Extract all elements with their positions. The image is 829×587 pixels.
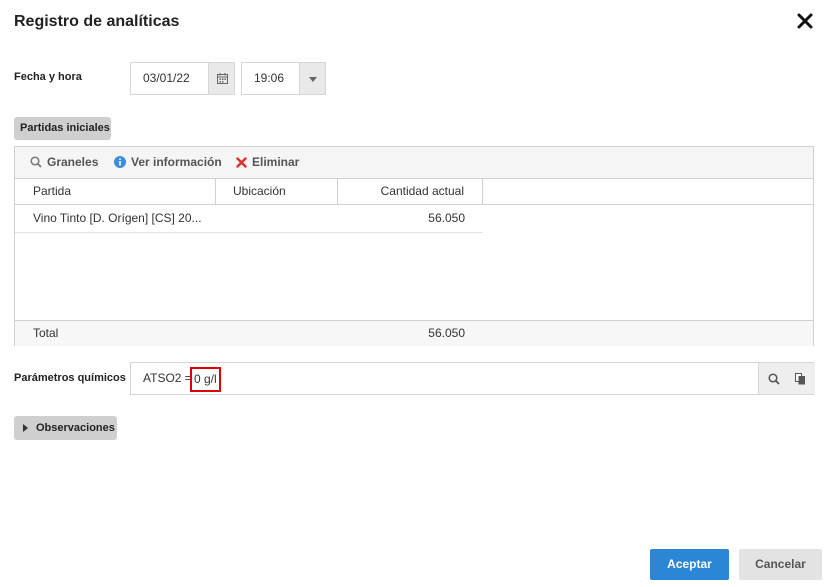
column-header-ubicacion[interactable]: Ubicación [216,179,338,204]
eliminar-button[interactable]: Eliminar [236,155,299,169]
observaciones-label: Observaciones [36,422,115,434]
graneles-label: Graneles [47,155,99,169]
table-row[interactable]: Vino Tinto [D. Orígen] [CS] 20... 56.050 [15,205,483,233]
partidas-grid: Graneles Ver información Eliminar Partid… [14,146,814,346]
close-icon[interactable] [796,12,814,30]
caret-right-icon [23,424,28,432]
search-icon[interactable] [768,373,780,385]
copy-icon[interactable] [795,373,806,385]
delete-x-icon [236,156,247,168]
total-value: 56.050 [428,326,465,340]
search-icon [30,156,42,168]
cell-partida: Vino Tinto [D. Orígen] [CS] 20... [33,211,202,225]
cancelar-button[interactable]: Cancelar [739,549,822,580]
calendar-button[interactable] [208,62,235,95]
grid-header: Partida Ubicación Cantidad actual [15,179,813,205]
aceptar-button[interactable]: Aceptar [650,549,729,580]
grid-toolbar: Graneles Ver información Eliminar [15,147,813,179]
date-input[interactable]: 03/01/22 [130,62,208,95]
param-actions [758,363,815,394]
cell-cantidad: 56.050 [428,211,465,225]
info-icon [114,156,126,168]
calendar-icon [217,73,228,84]
graneles-button[interactable]: Graneles [30,155,98,169]
param-value-highlight[interactable]: 0 g/l [190,367,221,392]
dialog-title: Registro de analíticas [14,13,180,30]
eliminar-label: Eliminar [252,155,300,169]
fecha-hora-label: Fecha y hora [14,71,82,83]
parametros-quimicos-field[interactable]: ATSO2 = 0 g/l [130,362,815,395]
parametros-quimicos-label: Parámetros químicos [14,372,126,384]
column-header-partida[interactable]: Partida [15,179,216,204]
total-label: Total [33,326,59,340]
ver-informacion-label: Ver información [131,155,222,169]
chevron-down-icon [309,77,317,82]
time-input[interactable]: 19:06 [241,62,299,95]
partidas-iniciales-tab[interactable]: Partidas iniciales [14,117,111,140]
column-header-cantidad[interactable]: Cantidad actual [338,179,483,204]
grid-footer: Total 56.050 [15,320,813,346]
cell-ubicacion [216,206,338,231]
ver-informacion-button[interactable]: Ver información [114,155,222,169]
param-prefix: ATSO2 = [143,371,192,385]
observaciones-toggle[interactable]: Observaciones [14,416,117,440]
time-dropdown-button[interactable] [299,62,326,95]
